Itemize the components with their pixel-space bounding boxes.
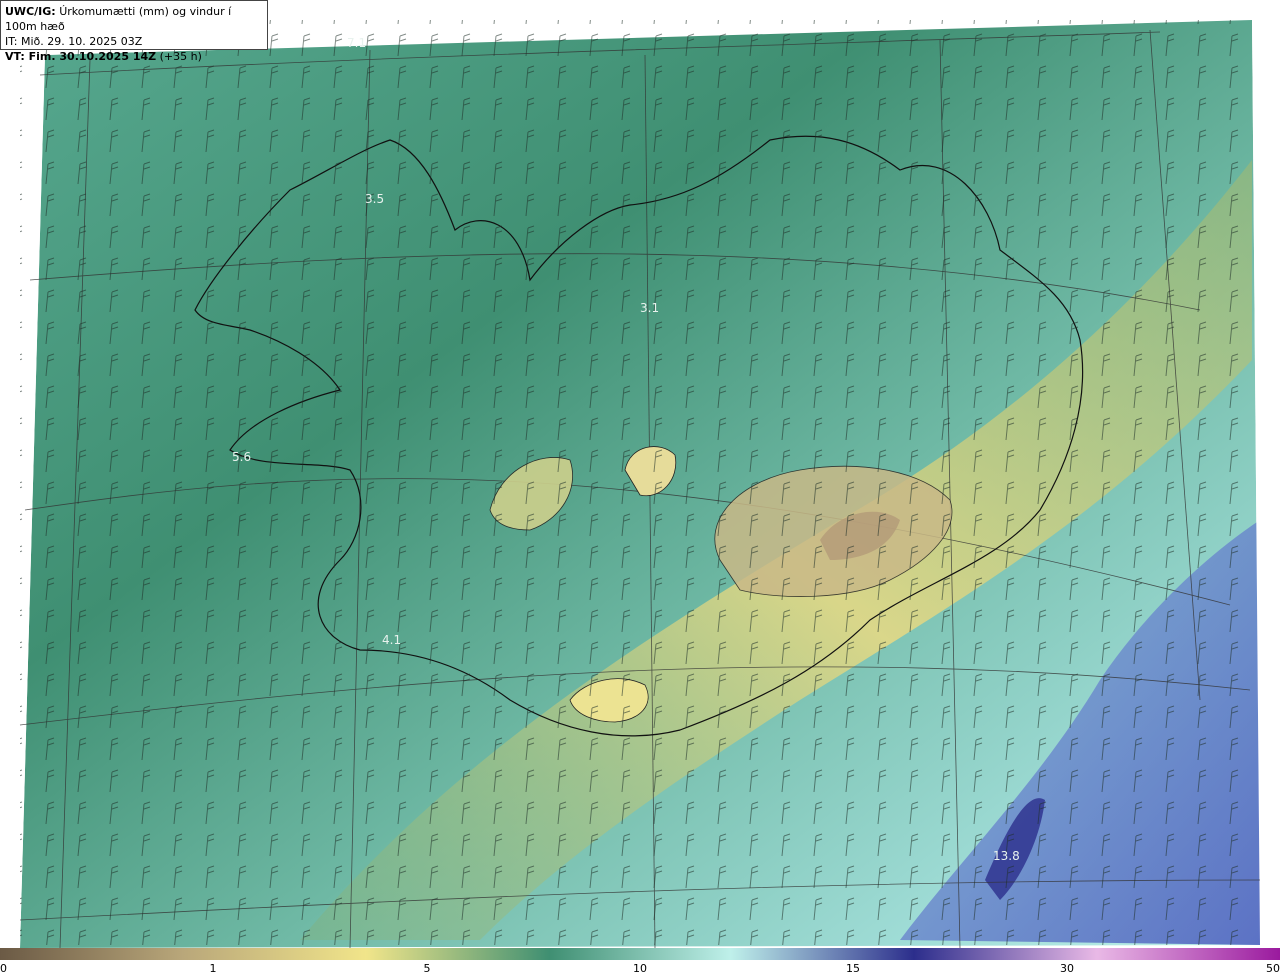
valid-time: VT: Fim. 30.10.2025 14Z: [5, 50, 157, 63]
wind-barbs: [20, 20, 1260, 945]
colorbar-tick-label: 10: [633, 962, 647, 975]
map-info-box: UWC/IG: Úrkomumætti (mm) og vindur í 100…: [0, 0, 268, 63]
map-label: 3.1: [640, 301, 659, 315]
map-label: 5.6: [232, 450, 251, 464]
issue-time: IT: Mið. 29. 10. 2025 03Z: [5, 35, 143, 48]
colorbar-tick-label: 5: [423, 962, 431, 975]
map-label: 3.5: [365, 192, 384, 206]
forecast-lead: (+35 h): [159, 50, 202, 63]
colorbar-tick-label: 15: [846, 962, 860, 975]
map-label: 4.1: [382, 633, 401, 647]
map-label: 13.8: [993, 849, 1020, 863]
colorbar-tick-label: 0: [0, 962, 7, 975]
colorbar-tick-label: 1: [209, 962, 217, 975]
colorbar-strip: [0, 948, 1280, 960]
colorbar-tick-label: 30: [1060, 962, 1074, 975]
title-line: UWC/IG: Úrkomumætti (mm) og vindur í 100…: [5, 4, 263, 34]
valid-time-line: VT: Fim. 30.10.2025 14Z (+35 h): [5, 49, 263, 64]
colorbar-tick-label: 50: [1266, 962, 1280, 975]
model-name: UWC/IG:: [5, 5, 56, 18]
precipitation-map: 7.1 3.5 3.1 5.6 4.1 13.8: [0, 0, 1280, 948]
map-label: 7.1: [347, 36, 366, 50]
colorbar: 0 1 5 10 15 30 50: [0, 948, 1280, 978]
